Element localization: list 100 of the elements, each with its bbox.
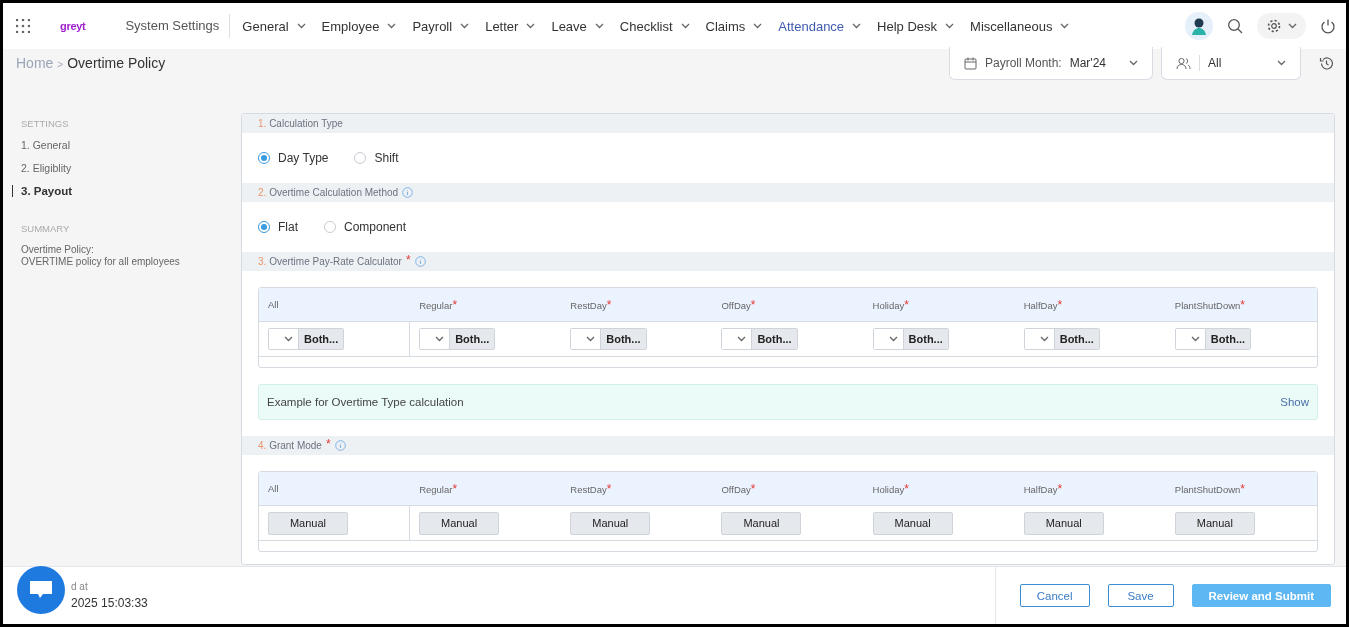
select-field[interactable]: Both... bbox=[872, 328, 949, 350]
action-button[interactable]: Save bbox=[1107, 584, 1174, 607]
caret-icon bbox=[753, 23, 763, 29]
show-link[interactable]: Show bbox=[1280, 396, 1309, 408]
caret-icon bbox=[1277, 60, 1286, 66]
dropdown-button[interactable]: Both... bbox=[298, 329, 344, 349]
section-title: 4. Grant Mode bbox=[258, 440, 322, 451]
dropdown-button[interactable]: Both... bbox=[902, 329, 948, 349]
column-header: OffDay* bbox=[720, 297, 757, 312]
nav-item[interactable]: Letter bbox=[485, 18, 536, 34]
mode-button[interactable]: Manual bbox=[268, 511, 348, 535]
radio-option[interactable]: Day Type bbox=[258, 151, 329, 165]
nav-item[interactable]: General bbox=[242, 18, 306, 34]
saved-label: d at bbox=[71, 581, 89, 592]
summary-text: OVERTIME policy for all employees bbox=[21, 256, 181, 268]
calendar-icon bbox=[964, 56, 977, 70]
power-icon[interactable] bbox=[1320, 18, 1336, 34]
people-icon bbox=[1176, 56, 1191, 70]
caret-icon bbox=[888, 336, 898, 342]
caret-icon bbox=[1288, 23, 1297, 29]
column-header: RestDay* bbox=[569, 481, 613, 496]
summary-title: Overtime Policy: bbox=[21, 244, 95, 256]
dropdown-button[interactable]: Both... bbox=[600, 329, 646, 349]
caret-icon bbox=[296, 23, 306, 29]
nav-item[interactable]: Employee bbox=[321, 18, 397, 34]
column-header: All bbox=[267, 483, 280, 494]
section-title: 3. Overtime Pay-Rate Calculator bbox=[258, 256, 402, 267]
column-header: Regular* bbox=[418, 481, 459, 496]
logo[interactable]: greyt bbox=[60, 20, 86, 32]
example-text: Example for Overtime Type calculation bbox=[267, 396, 464, 408]
column-header: RestDay* bbox=[569, 297, 613, 312]
payroll-month-select[interactable]: Payroll Month: Mar'24 bbox=[949, 47, 1153, 80]
section-title: 1. Calculation Type bbox=[258, 118, 343, 129]
column-header: Regular* bbox=[418, 297, 459, 312]
mode-button[interactable]: Manual bbox=[1023, 511, 1104, 535]
column-header: All bbox=[267, 299, 280, 310]
column-header: PlantShutDown* bbox=[1173, 481, 1246, 496]
required-mark: * bbox=[325, 437, 331, 451]
mode-button[interactable]: Manual bbox=[419, 511, 500, 535]
search-icon[interactable] bbox=[1227, 18, 1243, 34]
column-header: Holiday* bbox=[871, 481, 910, 496]
caret-icon bbox=[945, 23, 955, 29]
saved-time: 2025 15:03:33 bbox=[71, 596, 148, 610]
required-mark: * bbox=[405, 253, 411, 267]
caret-icon bbox=[852, 23, 862, 29]
radio-option[interactable]: Flat bbox=[258, 220, 298, 234]
caret-icon bbox=[737, 336, 747, 342]
radio-option[interactable]: Component bbox=[324, 220, 407, 234]
column-header: HalfDay* bbox=[1022, 297, 1064, 312]
section-heading: SUMMARY bbox=[21, 223, 71, 234]
column-header: PlantShutDown* bbox=[1173, 297, 1246, 312]
radio-option[interactable]: Shift bbox=[354, 151, 399, 165]
nav-item[interactable]: Checklist bbox=[619, 18, 690, 34]
page-title: Overtime Policy bbox=[67, 55, 166, 71]
nav-item[interactable]: Leave bbox=[551, 18, 604, 34]
select-field[interactable]: Both... bbox=[268, 328, 345, 350]
settings-icon bbox=[1266, 18, 1282, 34]
nav-item[interactable]: Claims bbox=[705, 18, 763, 34]
mode-button[interactable]: Manual bbox=[721, 511, 802, 535]
mode-button[interactable]: Manual bbox=[570, 511, 651, 535]
caret-icon bbox=[1129, 60, 1138, 66]
sidebar-item[interactable]: 2. Eligiblity bbox=[21, 162, 241, 174]
select-field[interactable]: Both... bbox=[721, 328, 798, 350]
action-button[interactable]: Cancel bbox=[1019, 584, 1090, 607]
history-icon[interactable] bbox=[1319, 56, 1334, 71]
mode-button[interactable]: Manual bbox=[1174, 511, 1255, 535]
settings-menu[interactable] bbox=[1257, 13, 1306, 39]
payroll-month-label: Payroll Month: bbox=[985, 56, 1062, 70]
dropdown-button[interactable]: Both... bbox=[449, 329, 495, 349]
column-header: HalfDay* bbox=[1022, 481, 1064, 496]
apps-menu-icon[interactable] bbox=[16, 19, 30, 33]
section-heading: SETTINGS bbox=[21, 118, 70, 129]
employee-select[interactable]: All bbox=[1161, 47, 1301, 80]
sidebar-item[interactable]: 1. General bbox=[21, 139, 241, 151]
caret-icon bbox=[586, 336, 596, 342]
nav-item[interactable]: Help Desk bbox=[877, 18, 955, 34]
nav-item[interactable]: Payroll bbox=[412, 18, 470, 34]
caret-icon bbox=[680, 23, 690, 29]
nav-item[interactable]: System Settings bbox=[125, 14, 231, 38]
caret-icon bbox=[284, 336, 293, 342]
caret-icon bbox=[1039, 336, 1049, 342]
select-field[interactable]: Both... bbox=[1174, 328, 1252, 350]
mode-button[interactable]: Manual bbox=[872, 511, 953, 535]
payroll-month-value: Mar'24 bbox=[1069, 56, 1106, 70]
breadcrumb-separator: > bbox=[57, 59, 64, 70]
section-title: 2. Overtime Calculation Method bbox=[258, 187, 399, 198]
column-header: OffDay* bbox=[720, 481, 757, 496]
select-field[interactable]: Both... bbox=[570, 328, 647, 350]
dropdown-button[interactable]: Both... bbox=[1053, 329, 1099, 349]
nav-item[interactable]: Miscellaneous bbox=[970, 18, 1070, 34]
caret-icon bbox=[460, 23, 470, 29]
select-field[interactable]: Both... bbox=[419, 328, 496, 350]
caret-icon bbox=[526, 23, 536, 29]
dropdown-button[interactable]: Both... bbox=[1204, 329, 1251, 349]
caret-icon bbox=[1190, 336, 1200, 342]
caret-icon bbox=[1060, 23, 1070, 29]
select-field[interactable]: Both... bbox=[1023, 328, 1100, 350]
caret-icon bbox=[435, 336, 445, 342]
nav-item[interactable]: Attendance bbox=[778, 18, 862, 34]
dropdown-button[interactable]: Both... bbox=[751, 329, 797, 349]
